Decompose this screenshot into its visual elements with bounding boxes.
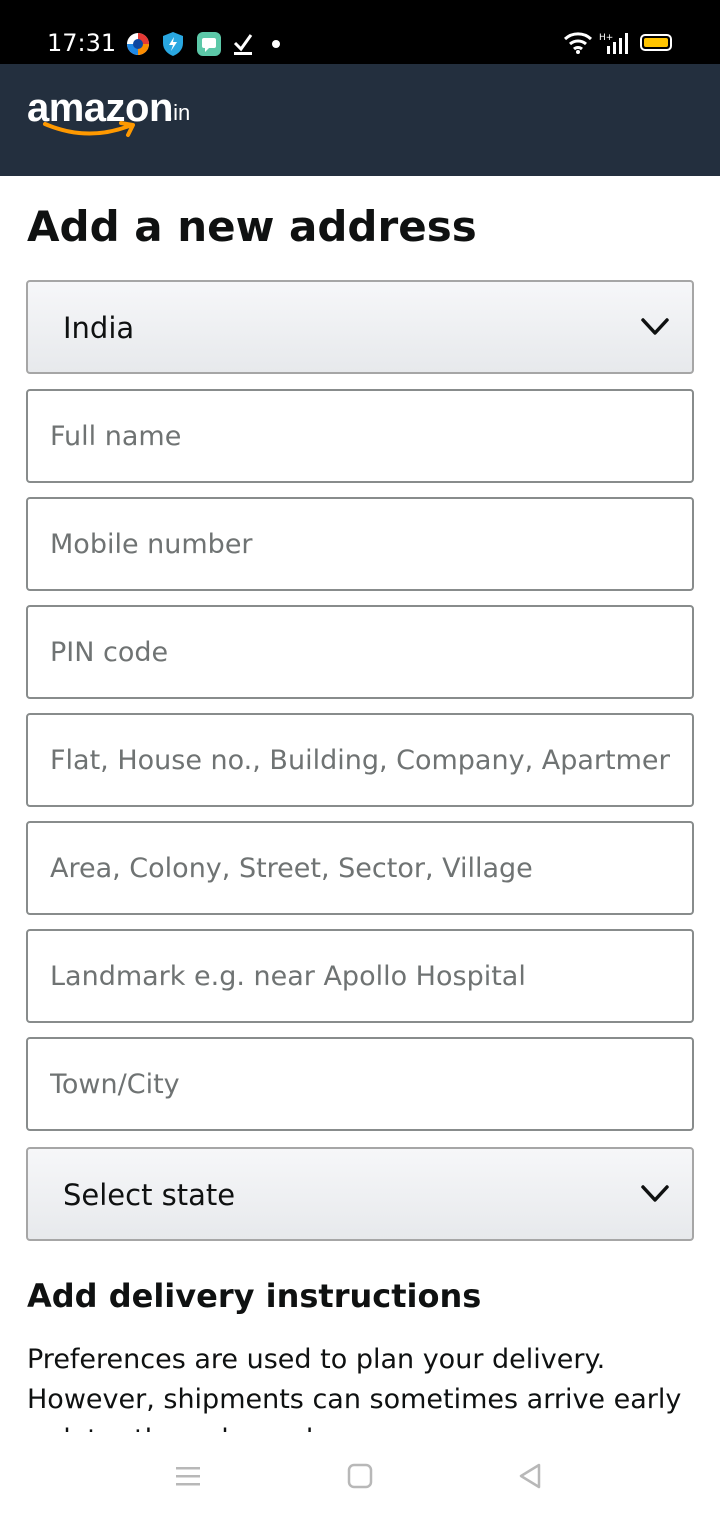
checkmark-icon xyxy=(233,34,253,55)
chevron-down-icon xyxy=(641,318,669,335)
country-value: India xyxy=(63,311,135,345)
browser-icon xyxy=(127,33,149,55)
back-icon[interactable] xyxy=(516,1462,544,1490)
navigation-bar xyxy=(0,1432,720,1520)
mobile-number-input[interactable] xyxy=(26,497,694,591)
amazon-logo[interactable]: amazon .in xyxy=(27,84,207,144)
flat-house-input[interactable] xyxy=(26,713,694,807)
app-header: amazon .in xyxy=(0,64,720,176)
state-select[interactable]: Select state xyxy=(26,1147,694,1241)
message-icon xyxy=(197,32,221,56)
area-street-input[interactable] xyxy=(26,821,694,915)
status-time: 17:31 xyxy=(47,29,117,57)
landmark-input[interactable] xyxy=(26,929,694,1023)
town-city-input[interactable] xyxy=(26,1037,694,1131)
chevron-down-icon xyxy=(641,1185,669,1202)
state-value: Select state xyxy=(63,1178,236,1212)
pin-code-input[interactable] xyxy=(26,605,694,699)
signal-icon: H+ xyxy=(599,33,628,54)
delivery-instructions-text: Preferences are used to plan your delive… xyxy=(27,1344,682,1432)
network-label: H+ xyxy=(599,33,613,43)
battery-icon xyxy=(640,34,672,51)
wifi-icon xyxy=(563,32,593,54)
menu-icon[interactable] xyxy=(174,1462,202,1490)
full-name-input[interactable] xyxy=(26,389,694,483)
shield-icon xyxy=(163,32,183,56)
country-select[interactable]: India xyxy=(26,280,694,374)
status-bar: 17:31 H+ xyxy=(0,0,720,64)
logo-tld: .in xyxy=(167,100,191,125)
delivery-instructions-heading: Add delivery instructions xyxy=(27,1277,482,1315)
home-icon[interactable] xyxy=(346,1462,374,1490)
dot-icon xyxy=(272,40,280,48)
page-title: Add a new address xyxy=(27,202,477,251)
amazon-smile-icon xyxy=(43,121,135,137)
